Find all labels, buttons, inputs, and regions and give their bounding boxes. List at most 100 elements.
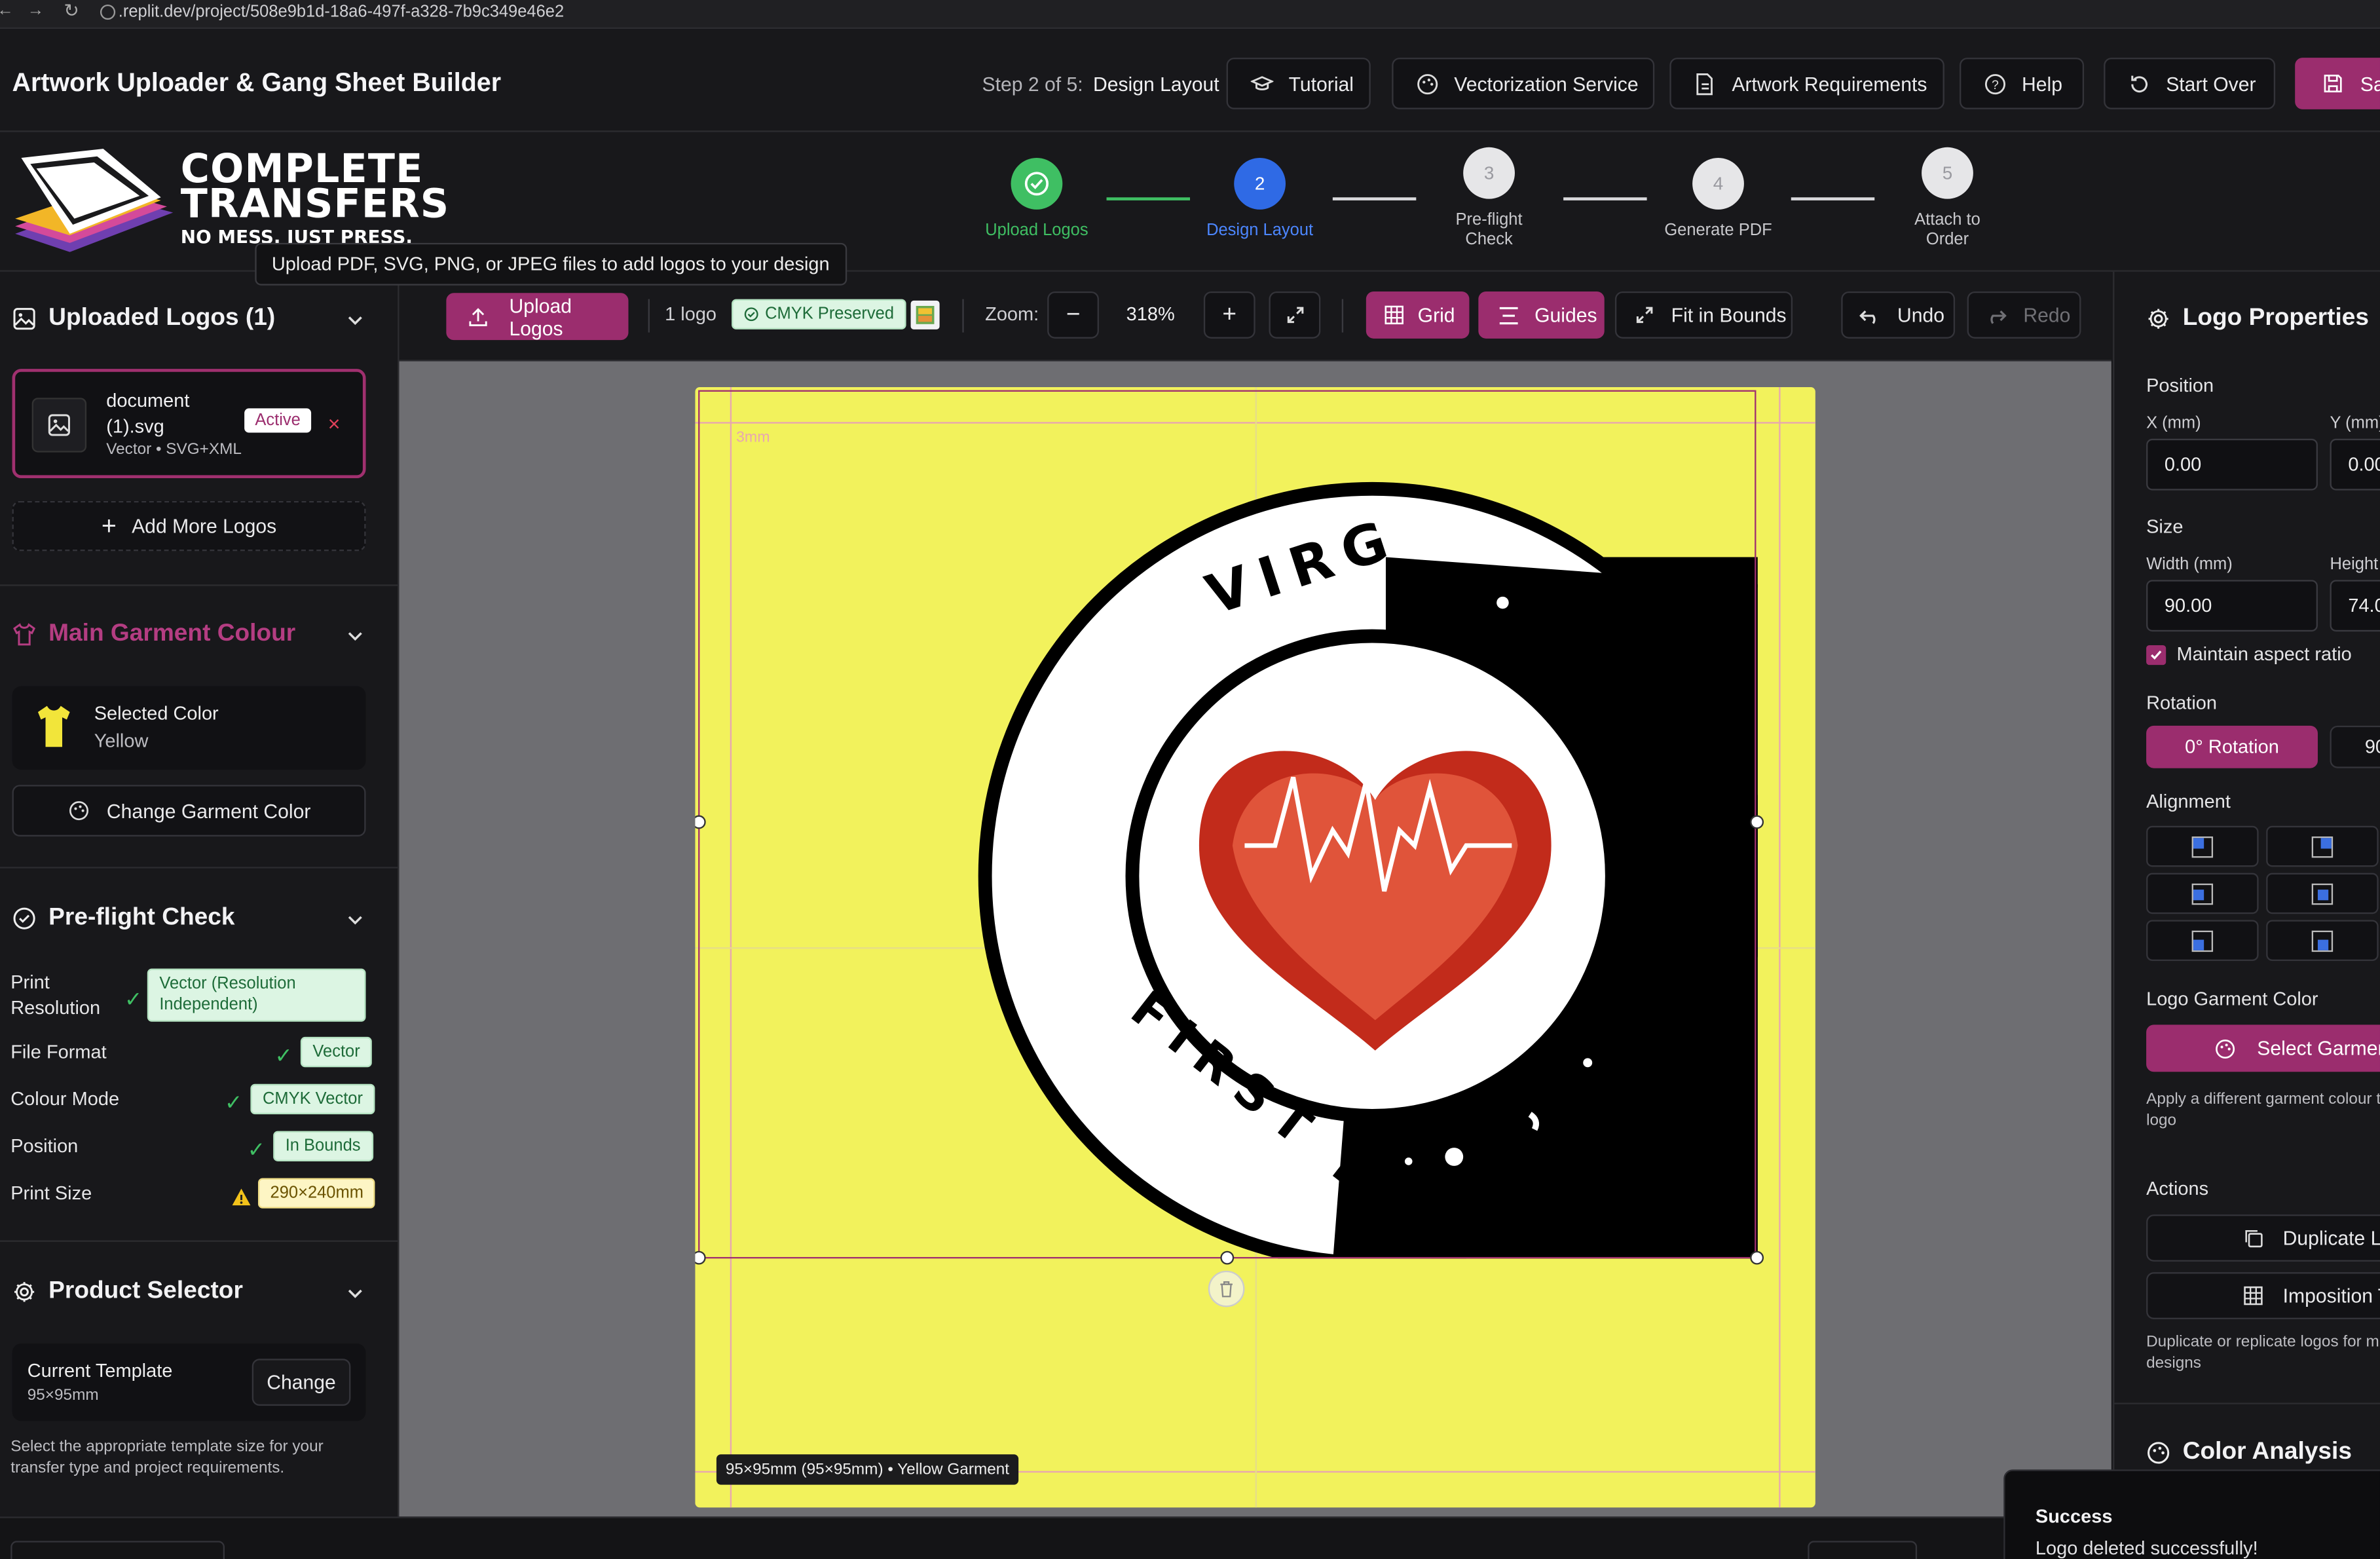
upload-logos-button[interactable]: Upload Logos xyxy=(446,293,629,341)
duplicate-logo-button[interactable]: Duplicate Lo xyxy=(2146,1214,2380,1262)
align-top-right-button[interactable] xyxy=(2266,825,2379,867)
align-bottom-left-button[interactable] xyxy=(2146,920,2259,962)
step-2-circle[interactable]: 2 xyxy=(1234,158,1286,210)
change-template-button[interactable]: Change xyxy=(251,1359,351,1406)
align-middle-left-button[interactable] xyxy=(2146,873,2259,914)
uploaded-logos-header[interactable]: Uploaded Logos (1) xyxy=(12,305,276,333)
save-button[interactable]: Sa xyxy=(2295,58,2380,109)
width-input[interactable]: 90.00 xyxy=(2146,580,2318,632)
trash-icon xyxy=(1220,1281,1233,1298)
garment-colour-header[interactable]: Main Garment Colour xyxy=(12,621,296,648)
bottom-right-button[interactable] xyxy=(1808,1541,1918,1559)
help-circle-icon: ? xyxy=(1982,71,2007,96)
browser-bar: ← → ↻ .replit.dev/project/508e9b1d-18a6-… xyxy=(0,0,2380,29)
vectorization-service-button[interactable]: Vectorization Service xyxy=(1392,58,1655,109)
url-text[interactable]: .replit.dev/project/508e9b1d-18a6-497f-a… xyxy=(119,3,564,22)
resize-handle[interactable] xyxy=(1750,815,1764,829)
x-input[interactable]: 0.00 xyxy=(2146,438,2318,491)
color-profile-icon[interactable] xyxy=(910,300,940,329)
y-input[interactable]: 0.00 xyxy=(2330,438,2380,491)
canvas-info-label: 95×95mm (95×95mm) • Yellow Garment xyxy=(716,1454,1018,1485)
artwork-requirements-button[interactable]: Artwork Requirements xyxy=(1669,58,1944,109)
template-help-text: Select the appropriate template size for… xyxy=(10,1437,324,1478)
selection-box[interactable] xyxy=(698,390,1757,1259)
duplicate-help: Duplicate or replicate logos for mu desi… xyxy=(2146,1332,2380,1373)
color-analysis-header[interactable]: Color Analysis xyxy=(2146,1439,2352,1467)
requirements-label: Artwork Requirements xyxy=(1732,72,1927,95)
expand-icon xyxy=(1636,307,1653,324)
redo-label: Redo xyxy=(2023,303,2071,327)
shirt-icon xyxy=(12,622,37,647)
app-header: Artwork Uploader & Gang Sheet Builder St… xyxy=(0,37,2380,132)
align-top-left-button[interactable] xyxy=(2146,825,2259,867)
product-selector-header[interactable]: Product Selector xyxy=(12,1278,243,1305)
garment-canvas[interactable]: 3mm VIRG FIRST RE 95×95mm (95×95mm) • Ye… xyxy=(695,386,1815,1508)
logo-file-card[interactable]: document (1).svg Vector • SVG+XML Active… xyxy=(12,369,366,479)
aspect-ratio-label[interactable]: Maintain aspect ratio xyxy=(2176,644,2351,665)
guides-label: Guides xyxy=(1534,303,1597,327)
step-connector xyxy=(1106,197,1190,200)
chevron-down-icon[interactable] xyxy=(348,1286,363,1301)
imposition-label: Imposition T xyxy=(2282,1284,2380,1307)
rotation-0-button[interactable]: 0° Rotation xyxy=(2146,725,2318,768)
position-label: Position xyxy=(2146,375,2214,396)
fullscreen-button[interactable] xyxy=(1269,291,1321,339)
step-prefix: Step 2 of 5: xyxy=(982,73,1083,96)
image-icon xyxy=(12,307,37,331)
check-icon: ✓ xyxy=(124,986,143,1011)
step-indicator: Step 2 of 5: Design Layout xyxy=(982,73,1219,96)
imposition-button[interactable]: Imposition T xyxy=(2146,1272,2380,1319)
check-icon xyxy=(2151,650,2162,660)
undo-button[interactable]: Undo xyxy=(1841,291,1956,339)
rotation-90-button[interactable]: 90 xyxy=(2330,725,2380,768)
aspect-ratio-checkbox[interactable] xyxy=(2146,645,2166,666)
resize-handle[interactable] xyxy=(1750,1250,1764,1265)
grid-toggle-button[interactable]: Grid xyxy=(1366,291,1470,339)
redo-button[interactable]: Redo xyxy=(1967,291,2081,339)
resize-handle[interactable] xyxy=(695,1250,706,1265)
palette-icon xyxy=(67,798,92,823)
select-garment-button[interactable]: Select Garment xyxy=(2146,1024,2380,1072)
remove-logo-button[interactable]: × xyxy=(328,411,341,436)
undo-icon xyxy=(1859,309,1876,324)
delete-logo-handle[interactable] xyxy=(1208,1270,1245,1307)
step-3-circle[interactable]: 3 xyxy=(1463,147,1515,199)
undo-label: Undo xyxy=(1897,303,1945,327)
start-over-button[interactable]: Start Over xyxy=(2104,58,2276,109)
template-card: Current Template 95×95mm Change xyxy=(12,1343,366,1421)
chevron-down-icon[interactable] xyxy=(348,312,363,328)
copy-icon xyxy=(2245,1230,2263,1248)
rotation-90-label: 90 xyxy=(2364,736,2380,758)
back-icon[interactable]: ← xyxy=(0,1,14,20)
step-5-circle[interactable]: 5 xyxy=(1922,147,1973,199)
zoom-in-button[interactable]: + xyxy=(1203,291,1255,339)
warning-icon xyxy=(232,1188,251,1206)
align-middle-right-button[interactable] xyxy=(2266,873,2379,914)
align-bottom-right-button[interactable] xyxy=(2266,920,2379,962)
chevron-down-icon[interactable] xyxy=(348,912,363,928)
zoom-out-button[interactable]: − xyxy=(1047,291,1099,339)
check-circle-icon xyxy=(1024,172,1049,196)
preflight-header[interactable]: Pre-flight Check xyxy=(12,905,235,932)
fit-in-bounds-button[interactable]: Fit in Bounds xyxy=(1614,291,1793,339)
file-name: document xyxy=(106,390,190,412)
chevron-down-icon[interactable] xyxy=(348,628,363,643)
bottom-left-button[interactable] xyxy=(10,1541,225,1559)
fit-label: Fit in Bounds xyxy=(1671,303,1787,327)
resize-handle[interactable] xyxy=(1220,1250,1235,1265)
guides-toggle-button[interactable]: Guides xyxy=(1478,291,1605,339)
height-input[interactable]: 74.0 xyxy=(2330,580,2380,632)
add-more-logos-button[interactable]: + Add More Logos xyxy=(12,500,366,552)
step-1-circle[interactable] xyxy=(1011,158,1063,210)
rotate-ccw-icon xyxy=(2127,71,2151,96)
tutorial-label: Tutorial xyxy=(1288,72,1354,95)
forward-icon[interactable]: → xyxy=(28,1,44,20)
reload-icon[interactable]: ↻ xyxy=(64,0,79,21)
logo-properties-panel: Logo Properties Position X (mm) Y (mm) 0… xyxy=(2113,271,2380,1517)
change-garment-color-button[interactable]: Change Garment Color xyxy=(12,785,366,836)
divider xyxy=(0,867,398,869)
upload-tooltip: Upload PDF, SVG, PNG, or JPEG files to a… xyxy=(255,242,847,286)
step-4-circle[interactable]: 4 xyxy=(1692,158,1744,210)
tutorial-button[interactable]: Tutorial xyxy=(1226,58,1371,109)
help-button[interactable]: ? Help xyxy=(1960,58,2085,109)
